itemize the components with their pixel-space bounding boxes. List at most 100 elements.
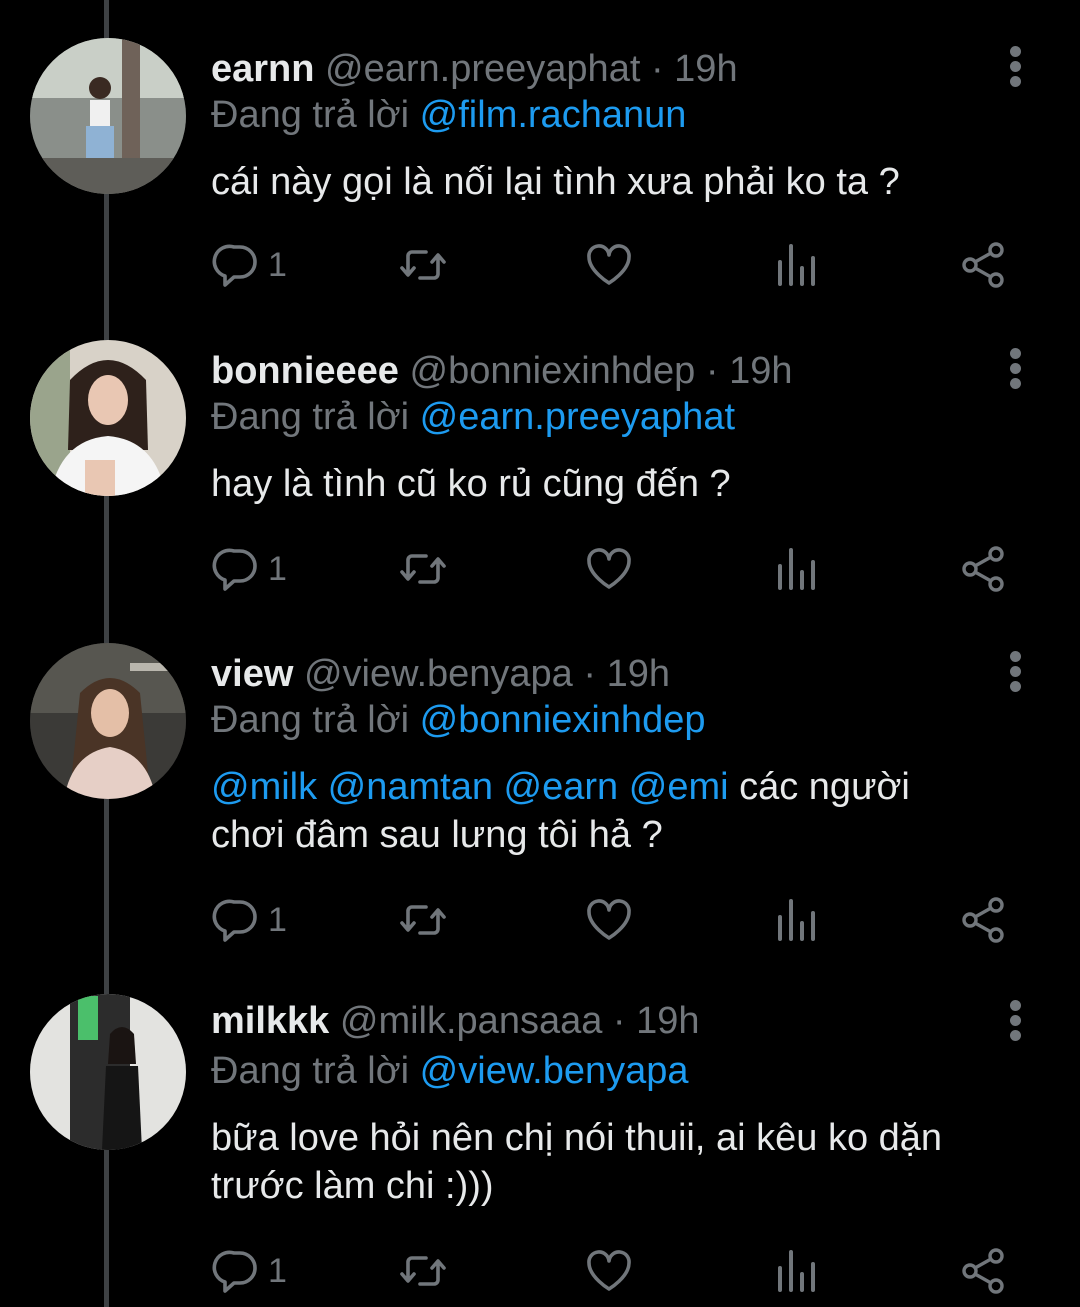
share-icon <box>962 1248 1004 1294</box>
display-name[interactable]: bonnieeee <box>211 350 399 392</box>
views-button[interactable] <box>772 895 822 945</box>
reply-button[interactable]: 1 <box>212 544 287 594</box>
reply-to-link[interactable]: @view.benyapa <box>420 1050 689 1092</box>
share-icon <box>962 897 1004 943</box>
like-icon <box>587 1250 631 1291</box>
timestamp[interactable]: 19h <box>607 653 670 695</box>
like-icon <box>587 548 631 589</box>
avatar[interactable] <box>30 340 186 496</box>
like-icon <box>587 244 631 285</box>
retweet-icon <box>400 1256 446 1286</box>
reply-to-link[interactable]: @bonniexinhdep <box>420 699 706 741</box>
reply-button[interactable]: 1 <box>212 895 287 945</box>
views-button[interactable] <box>772 544 822 594</box>
handle[interactable]: @view.benyapa <box>304 653 573 695</box>
retweet-button[interactable] <box>398 544 448 594</box>
tweet-body: hay là tình cũ ko rủ cũng đến ? <box>211 463 731 505</box>
retweet-icon <box>400 250 446 280</box>
retweet-icon <box>400 905 446 935</box>
timestamp[interactable]: 19h <box>729 350 792 392</box>
reply-to-link[interactable]: @film.rachanun <box>420 94 687 136</box>
handle[interactable]: @milk.pansaaa <box>340 1000 602 1042</box>
timestamp[interactable]: 19h <box>636 1000 699 1042</box>
action-bar: 1 <box>0 240 1080 290</box>
reply-prefix: Đang trả lời <box>211 1050 410 1092</box>
display-name[interactable]: milkkk <box>211 1000 329 1042</box>
tweet-header: bonnieeee @bonniexinhdep · 19h <box>211 346 793 396</box>
retweet-button[interactable] <box>398 1246 448 1296</box>
tweet-text: @milk @namtan @earn @emi các người chơi … <box>211 763 991 859</box>
reply-count: 1 <box>268 549 287 588</box>
replying-to: Đang trả lời @earn.preeyaphat <box>211 392 735 442</box>
reply-prefix: Đang trả lời <box>211 94 410 136</box>
avatar[interactable] <box>30 38 186 194</box>
reply-to-link[interactable]: @earn.preeyaphat <box>420 396 735 438</box>
tweet-header: earnn @earn.preeyaphat · 19h <box>211 44 738 94</box>
reply-prefix: Đang trả lời <box>211 699 410 741</box>
display-name[interactable]: view <box>211 653 293 695</box>
more-icon[interactable] <box>1000 44 1034 88</box>
tweet[interactable]: bonnieeee @bonniexinhdep · 19h Đang trả … <box>0 340 1080 600</box>
avatar[interactable] <box>30 643 186 799</box>
retweet-icon <box>400 554 446 584</box>
handle[interactable]: @earn.preeyaphat <box>325 48 640 90</box>
tweet-text: hay là tình cũ ko rủ cũng đến ? <box>211 460 1031 508</box>
avatar[interactable] <box>30 994 186 1150</box>
like-button[interactable] <box>584 544 634 594</box>
reply-icon <box>212 1250 257 1293</box>
reply-prefix: Đang trả lời <box>211 396 410 438</box>
share-button[interactable] <box>958 240 1008 290</box>
reply-icon <box>212 899 257 942</box>
tweet-header: milkkk @milk.pansaaa · 19h <box>211 996 700 1046</box>
retweet-button[interactable] <box>398 895 448 945</box>
separator: · <box>705 350 719 392</box>
reply-count: 1 <box>268 900 287 939</box>
action-bar: 1 <box>0 544 1080 594</box>
views-icon <box>778 899 815 941</box>
more-icon[interactable] <box>1000 649 1034 693</box>
reply-button[interactable]: 1 <box>212 1246 287 1296</box>
share-icon <box>962 546 1004 592</box>
reply-count: 1 <box>268 245 287 284</box>
share-button[interactable] <box>958 544 1008 594</box>
replying-to: Đang trả lời @view.benyapa <box>211 1046 689 1096</box>
views-button[interactable] <box>772 1246 822 1296</box>
share-button[interactable] <box>958 1246 1008 1296</box>
reply-button[interactable]: 1 <box>212 240 287 290</box>
replying-to: Đang trả lời @film.rachanun <box>211 90 686 140</box>
reply-icon <box>212 548 257 591</box>
separator: · <box>583 653 597 695</box>
views-icon <box>778 548 815 590</box>
share-button[interactable] <box>958 895 1008 945</box>
separator: · <box>650 48 664 90</box>
action-bar: 1 <box>0 895 1080 945</box>
display-name[interactable]: earnn <box>211 48 314 90</box>
like-button[interactable] <box>584 1246 634 1296</box>
views-icon <box>778 244 815 286</box>
like-icon <box>587 899 631 940</box>
tweet[interactable]: milkkk @milk.pansaaa · 19h Đang trả lời … <box>0 994 1080 1307</box>
action-bar: 1 <box>0 1246 1080 1296</box>
handle[interactable]: @bonniexinhdep <box>410 350 696 392</box>
mention-links[interactable]: @milk @namtan @earn @emi <box>211 766 729 808</box>
timestamp[interactable]: 19h <box>674 48 737 90</box>
replying-to: Đang trả lời @bonniexinhdep <box>211 695 705 745</box>
share-icon <box>962 242 1004 288</box>
tweet-header: view @view.benyapa · 19h <box>211 649 670 699</box>
views-icon <box>778 1250 815 1292</box>
reply-icon <box>212 244 257 287</box>
tweet-text: cái này gọi là nối lại tình xưa phải ko … <box>211 158 1031 206</box>
like-button[interactable] <box>584 895 634 945</box>
tweet-body: cái này gọi là nối lại tình xưa phải ko … <box>211 161 900 203</box>
tweet-body: bữa love hỏi nên chị nói thuii, ai kêu k… <box>211 1117 943 1207</box>
separator: · <box>612 1000 626 1042</box>
views-button[interactable] <box>772 240 822 290</box>
retweet-button[interactable] <box>398 240 448 290</box>
more-icon[interactable] <box>1000 346 1034 390</box>
reply-count: 1 <box>268 1251 287 1290</box>
tweet-text: bữa love hỏi nên chị nói thuii, ai kêu k… <box>211 1114 1011 1210</box>
more-icon[interactable] <box>1000 998 1034 1042</box>
tweet[interactable]: earnn @earn.preeyaphat · 19h Đang trả lờ… <box>0 38 1080 298</box>
like-button[interactable] <box>584 240 634 290</box>
tweet[interactable]: view @view.benyapa · 19h Đang trả lời @b… <box>0 643 1080 953</box>
